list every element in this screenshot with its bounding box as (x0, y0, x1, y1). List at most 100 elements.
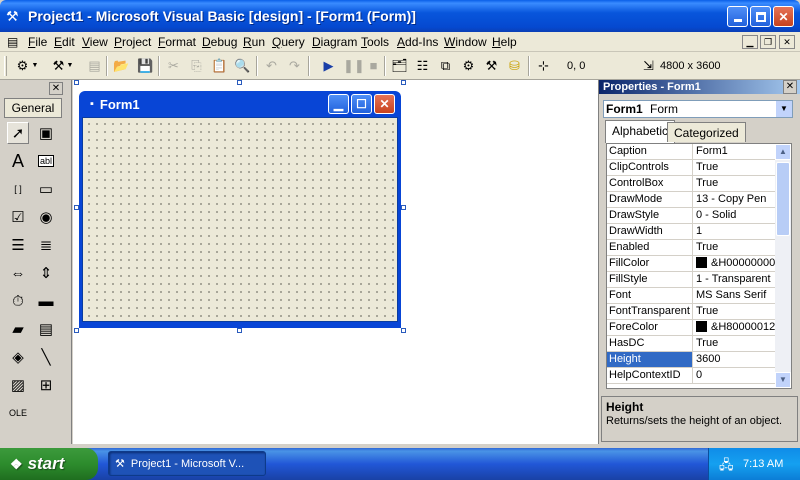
mdi-close-button[interactable]: ✕ (779, 35, 795, 49)
resize-handle[interactable] (237, 328, 242, 333)
redo-icon[interactable]: ↷ (286, 57, 303, 74)
property-value[interactable]: True (694, 160, 775, 175)
pointer-tool[interactable]: ➚ (7, 122, 29, 144)
property-value[interactable]: 3600 (694, 352, 775, 367)
combobox-tool[interactable]: ☰ (7, 234, 29, 256)
copy-icon[interactable]: ⎘ (188, 57, 205, 74)
undo-icon[interactable]: ↶ (263, 57, 280, 74)
scroll-down-icon[interactable]: ▼ (775, 372, 791, 388)
maximize-button[interactable] (750, 6, 771, 27)
property-value[interactable]: True (694, 176, 775, 191)
main-title-bar[interactable]: ⚒ Project1 - Microsoft Visual Basic [des… (0, 0, 800, 32)
property-row[interactable]: ControlBox True (607, 176, 775, 192)
add-project-icon[interactable]: ⚙ (14, 57, 31, 74)
property-row[interactable]: Enabled True (607, 240, 775, 256)
property-value[interactable]: True (694, 304, 775, 319)
property-value[interactable]: True (694, 240, 775, 255)
object-selector[interactable]: Form1 Form ▼ (603, 100, 793, 118)
menu-window[interactable]: Window (444, 35, 487, 49)
resize-handle[interactable] (401, 205, 406, 210)
property-row[interactable]: Caption Form1 (607, 144, 775, 160)
mdi-restore-button[interactable]: ❐ (760, 35, 776, 49)
property-row[interactable]: ForeColor&H80000012& (607, 320, 775, 336)
form-close-button[interactable]: ✕ (374, 94, 395, 114)
form1-client-area[interactable] (82, 117, 398, 322)
optionbutton-tool[interactable]: ◉ (35, 206, 57, 228)
menu-tools[interactable]: Tools (361, 35, 389, 49)
property-value[interactable]: 0 (694, 368, 775, 383)
picturebox-tool[interactable]: ▣ (35, 122, 57, 144)
property-value[interactable]: 1 - Transparent (694, 272, 775, 287)
data-tool[interactable]: ⊞ (35, 374, 57, 396)
property-row[interactable]: FillColor&H00000000& (607, 256, 775, 272)
scroll-thumb[interactable] (776, 162, 790, 236)
form-maximize-button[interactable]: ☐ (351, 94, 372, 114)
property-row[interactable]: HasDC True (607, 336, 775, 352)
menu-editor-icon[interactable]: ▤ (86, 57, 103, 74)
start-icon[interactable]: ▶ (320, 57, 337, 74)
property-value[interactable]: 1 (694, 224, 775, 239)
close-button[interactable]: ✕ (773, 6, 794, 27)
menu-project[interactable]: Project (114, 35, 151, 49)
chevron-down-icon[interactable]: ▼ (776, 101, 792, 117)
property-row[interactable]: Font MS Sans Serif (607, 288, 775, 304)
property-value[interactable]: 0 - Solid (694, 208, 775, 223)
menu-debug[interactable]: Debug (202, 35, 237, 49)
property-scrollbar[interactable]: ▲ ▼ (775, 144, 791, 388)
cut-icon[interactable]: ✂ (165, 57, 182, 74)
property-row[interactable]: HelpContextID 0 (607, 368, 775, 384)
property-row[interactable]: DrawWidth 1 (607, 224, 775, 240)
menu-edit[interactable]: Edit (54, 35, 75, 49)
menu-add-ins[interactable]: Add-Ins (397, 35, 438, 49)
data-view-icon[interactable]: ⛁ (506, 57, 523, 74)
filelistbox-tool[interactable]: ▤ (35, 318, 57, 340)
form-doc-icon[interactable]: ▤ (7, 35, 18, 49)
resize-handle[interactable] (401, 80, 406, 85)
end-icon[interactable]: ■ (365, 57, 382, 74)
property-value[interactable]: Form1 (694, 144, 775, 159)
scroll-up-icon[interactable]: ▲ (775, 144, 791, 160)
menu-help[interactable]: Help (492, 35, 517, 49)
dropdown-arrow-icon[interactable]: ▼ (31, 57, 39, 74)
shape-tool[interactable]: ◈ (7, 346, 29, 368)
clock[interactable]: 7:13 AM (743, 458, 783, 470)
form-layout-icon[interactable]: ⧉ (437, 57, 454, 74)
tab-categorized[interactable]: Categorized (667, 122, 746, 142)
dropdown-arrow-icon[interactable]: ▼ (66, 57, 74, 74)
form1-window[interactable]: ▪ Form1 ▁ ☐ ✕ (79, 91, 401, 328)
listbox-tool[interactable]: ≣ (35, 234, 57, 256)
property-value[interactable]: True (694, 336, 775, 351)
save-project-icon[interactable]: 💾 (137, 57, 154, 74)
textbox-tool[interactable]: abl (35, 150, 57, 172)
label-tool[interactable]: A (7, 150, 29, 172)
add-form-icon[interactable]: ⚒ (50, 57, 67, 74)
project-explorer-icon[interactable]: 🗂 (391, 57, 408, 74)
line-tool[interactable]: ╲ (35, 346, 57, 368)
find-icon[interactable]: 🔍 (234, 57, 251, 74)
property-row[interactable]: FontTransparent True (607, 304, 775, 320)
dirlistbox-tool[interactable]: ▰ (7, 318, 29, 340)
network-icon[interactable]: 🖧 (719, 456, 734, 478)
resize-handle[interactable] (74, 328, 79, 333)
menu-format[interactable]: Format (158, 35, 196, 49)
drivelistbox-tool[interactable]: ▬ (35, 290, 57, 312)
timer-tool[interactable]: ⏱ (7, 290, 29, 312)
menu-view[interactable]: View (82, 35, 108, 49)
ole-tool[interactable]: OLE (7, 402, 29, 424)
commandbutton-tool[interactable]: ▭ (35, 178, 57, 200)
menu-run[interactable]: Run (243, 35, 265, 49)
resize-handle[interactable] (237, 80, 242, 85)
checkbox-tool[interactable]: ☑ (7, 206, 29, 228)
resize-handle[interactable] (74, 80, 79, 85)
form-minimize-button[interactable]: ▁ (328, 94, 349, 114)
resize-handle[interactable] (401, 328, 406, 333)
taskbar-task-vb[interactable]: ⚒ Project1 - Microsoft V... (108, 451, 266, 476)
tab-alphabetic[interactable]: Alphabetic (605, 120, 676, 143)
frame-tool[interactable]: [ ] (7, 178, 29, 200)
properties-close-button[interactable]: ✕ (783, 80, 797, 94)
property-value[interactable]: MS Sans Serif (694, 288, 775, 303)
properties-window-icon[interactable]: ☷ (414, 57, 431, 74)
open-project-icon[interactable]: 📂 (113, 57, 130, 74)
hscrollbar-tool[interactable]: ⇔ (7, 262, 29, 284)
image-tool[interactable]: ▨ (7, 374, 29, 396)
